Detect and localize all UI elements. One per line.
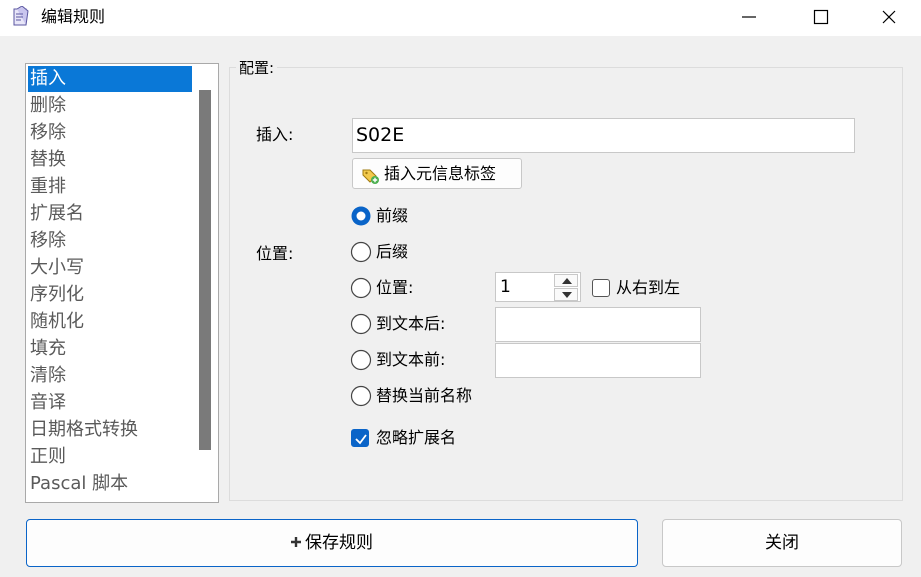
after-text-radio[interactable] <box>350 313 372 335</box>
list-item[interactable]: 插入 <box>28 66 192 92</box>
insert-label: 插入: <box>256 125 294 144</box>
spin-down-button[interactable] <box>554 288 578 301</box>
suffix-radio-label: 后缀 <box>376 242 409 261</box>
before-text-radio-label: 到文本前: <box>376 350 446 369</box>
position-value[interactable]: 1 <box>500 273 511 301</box>
radio-unselected-icon <box>350 241 372 263</box>
insert-text-input[interactable]: S02E <box>352 118 855 153</box>
ignore-extension-label: 忽略扩展名 <box>376 428 457 447</box>
position-radio-label: 位置: <box>376 278 414 297</box>
before-text-input[interactable] <box>495 343 701 378</box>
chevron-down-icon <box>562 292 572 298</box>
position-radio[interactable] <box>350 277 372 299</box>
chevron-up-icon <box>562 278 572 284</box>
radio-selected-icon <box>351 206 371 226</box>
insert-meta-tag-button[interactable]: 插入元信息标签 <box>352 158 522 189</box>
list-item[interactable]: 替换 <box>28 147 192 173</box>
list-item[interactable]: 正则 <box>28 444 192 470</box>
close-icon <box>882 10 896 24</box>
save-rule-button[interactable]: 保存规则 <box>26 519 638 567</box>
list-item[interactable]: 大小写 <box>28 255 192 281</box>
list-item[interactable]: 序列化 <box>28 282 192 308</box>
plus-icon <box>291 537 301 547</box>
title-bar: 编辑规则 <box>0 0 921 36</box>
ignore-extension-checkbox[interactable] <box>351 429 369 447</box>
window-title: 编辑规则 <box>41 7 106 26</box>
spin-up-button[interactable] <box>554 274 578 287</box>
prefix-radio[interactable] <box>350 205 372 227</box>
rule-type-list[interactable]: 插入 删除 移除 替换 重排 扩展名 移除 大小写 序列化 随机化 填充 清除 … <box>25 63 219 503</box>
list-scrollbar[interactable] <box>199 90 211 478</box>
minimize-button[interactable] <box>726 0 772 34</box>
replace-name-radio[interactable] <box>350 385 372 407</box>
insert-meta-tag-label: 插入元信息标签 <box>384 164 497 183</box>
position-label: 位置: <box>256 244 294 263</box>
list-scrollbar-thumb[interactable] <box>199 90 211 450</box>
tag-add-icon <box>362 165 380 194</box>
list-item[interactable]: Pascal 脚本 <box>28 471 192 497</box>
list-item[interactable]: 重排 <box>28 174 192 200</box>
checkmark-icon <box>355 434 367 445</box>
list-item[interactable]: 删除 <box>28 93 192 119</box>
list-item[interactable]: 填充 <box>28 336 192 362</box>
radio-unselected-icon <box>350 313 372 335</box>
before-text-radio[interactable] <box>350 349 372 371</box>
save-rule-label: 保存规则 <box>305 533 373 553</box>
radio-unselected-icon <box>350 277 372 299</box>
minimize-icon <box>742 16 756 18</box>
maximize-icon <box>813 9 829 25</box>
list-item[interactable]: 扩展名 <box>28 201 192 227</box>
close-window-button[interactable] <box>866 0 912 34</box>
config-group-title: 配置: <box>236 58 278 78</box>
list-item[interactable]: 清除 <box>28 363 192 389</box>
position-spinbox[interactable]: 1 <box>495 272 581 302</box>
maximize-button[interactable] <box>798 0 844 34</box>
list-item[interactable]: 随机化 <box>28 309 192 335</box>
list-item[interactable]: 日期格式转换 <box>28 417 192 443</box>
right-to-left-checkbox[interactable] <box>592 279 610 297</box>
list-item[interactable]: 移除 <box>28 228 192 254</box>
radio-unselected-icon <box>350 385 372 407</box>
app-icon <box>11 5 33 28</box>
prefix-radio-label: 前缀 <box>376 206 409 225</box>
list-item[interactable]: 音译 <box>28 390 192 416</box>
after-text-input[interactable] <box>495 307 701 342</box>
replace-name-radio-label: 替换当前名称 <box>376 386 473 405</box>
radio-unselected-icon <box>350 349 372 371</box>
list-item[interactable]: 移除 <box>28 120 192 146</box>
after-text-radio-label: 到文本后: <box>376 314 446 333</box>
close-button[interactable]: 关闭 <box>662 519 902 567</box>
right-to-left-label: 从右到左 <box>616 278 681 297</box>
suffix-radio[interactable] <box>350 241 372 263</box>
